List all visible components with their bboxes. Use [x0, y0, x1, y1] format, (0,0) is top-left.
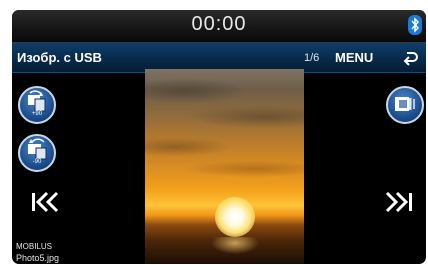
folder-name: MOBILUS — [16, 242, 53, 251]
status-bar: 00:00 — [12, 10, 426, 43]
photo-clouds — [145, 69, 304, 199]
slideshow-icon — [395, 97, 415, 111]
page-title: Изобр. с USB — [17, 50, 102, 65]
clock: 00:00 — [191, 13, 247, 35]
image-counter: 1/6 — [304, 52, 320, 64]
bluetooth-icon[interactable] — [408, 15, 422, 35]
rotate-clockwise-label: +90 — [31, 111, 43, 117]
media-screen: 00:00 Изобр. с USB 1/6 MENU +90 -90 MOBI… — [12, 10, 426, 264]
file-name: Photo5.jpg — [16, 253, 60, 263]
sun — [215, 197, 255, 237]
slideshow-button[interactable] — [386, 86, 424, 124]
skip-previous-icon[interactable] — [30, 190, 60, 214]
skip-next-icon[interactable] — [384, 190, 414, 214]
rotate-clockwise-button[interactable]: +90 — [18, 86, 56, 124]
sea-reflection — [205, 237, 265, 264]
rotate-counterclockwise-label: -90 — [32, 159, 42, 165]
back-arrow-icon[interactable] — [401, 48, 421, 68]
menu-button[interactable]: MENU — [335, 50, 373, 65]
photo-viewer[interactable] — [145, 69, 304, 264]
rotate-counterclockwise-button[interactable]: -90 — [18, 134, 56, 172]
